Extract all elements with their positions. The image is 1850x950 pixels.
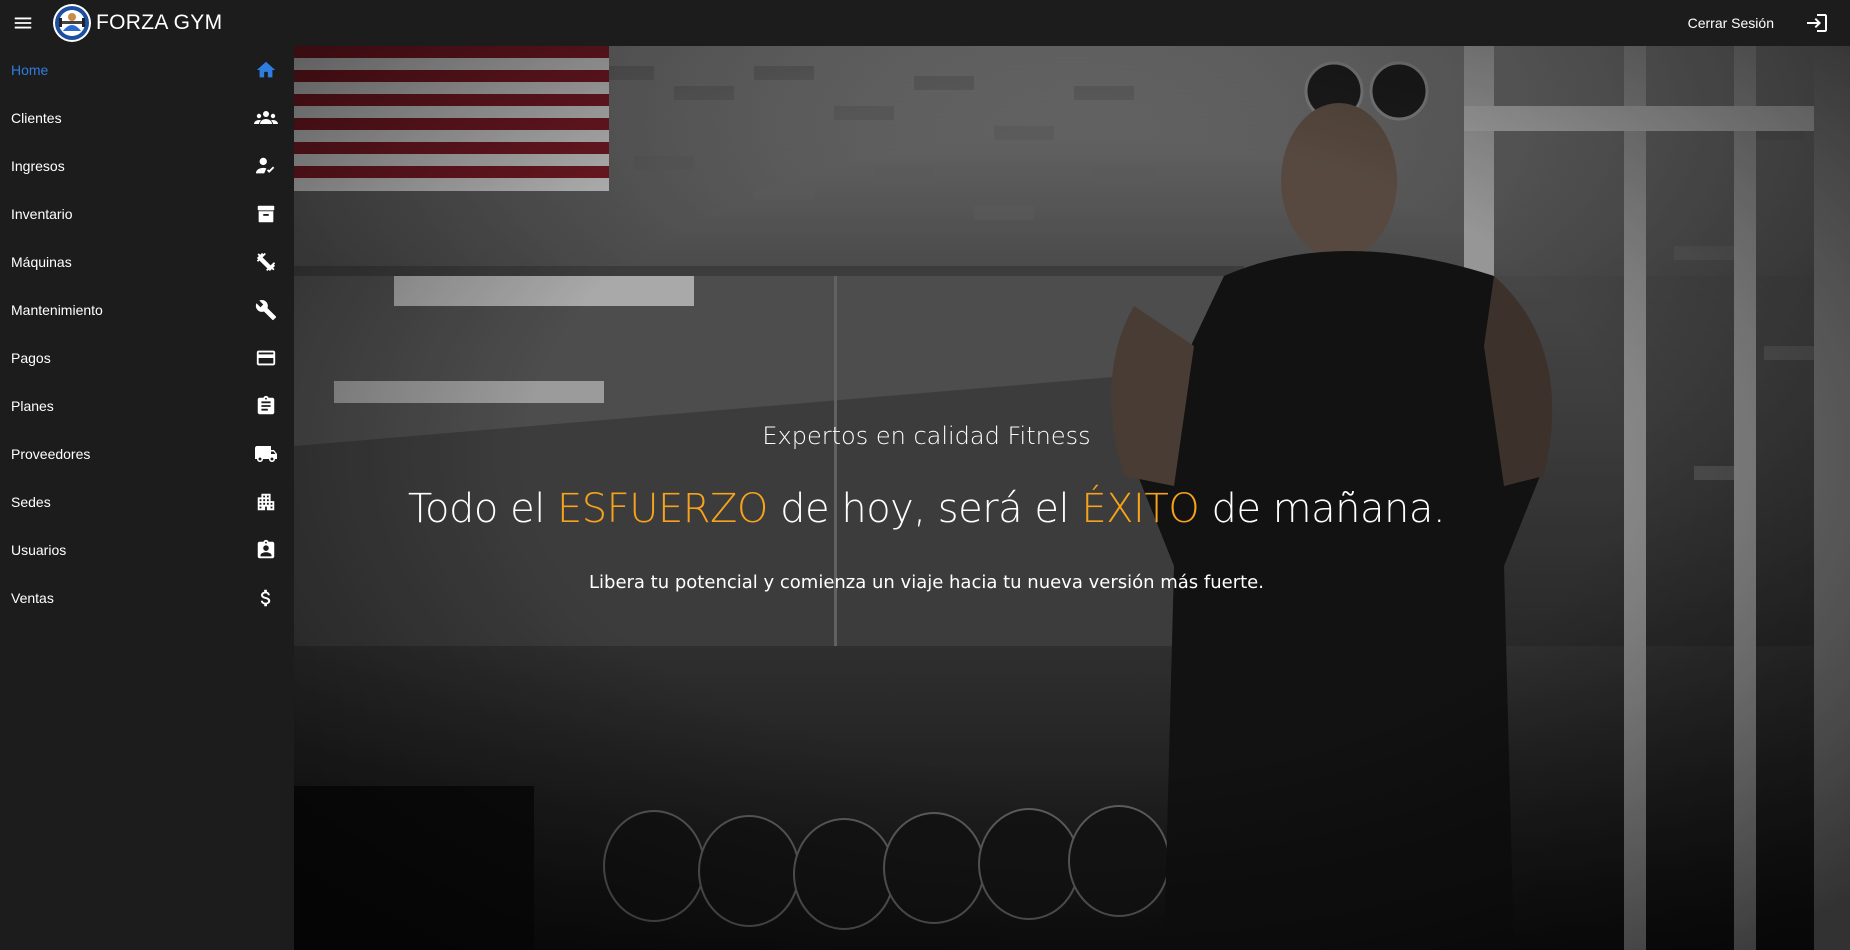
sidebar-item-planes[interactable]: Planes: [0, 382, 294, 430]
sidebar-item-sedes[interactable]: Sedes: [0, 478, 294, 526]
sidebar-item-label: Proveedores: [11, 446, 91, 462]
headline-highlight-esfuerzo: ESFUERZO: [557, 486, 768, 532]
login-icon[interactable]: [1804, 10, 1830, 36]
sidebar-item-label: Home: [11, 62, 49, 78]
sidebar-item-clientes[interactable]: Clientes: [0, 94, 294, 142]
wrench-icon: [254, 298, 278, 322]
sidebar-item-label: Ingresos: [11, 158, 65, 174]
building-icon: [254, 490, 278, 514]
sidebar-item-proveedores[interactable]: Proveedores: [0, 430, 294, 478]
sidebar-item-label: Planes: [11, 398, 54, 414]
headline-part-1: Todo el: [407, 486, 558, 532]
sidebar-nav: Home Clientes Ingresos Inventario Máquin…: [0, 46, 294, 950]
sidebar-item-inventario[interactable]: Inventario: [0, 190, 294, 238]
headline-part-2: de hoy, será el: [767, 486, 1082, 532]
hero-headline: Todo el ESFUERZO de hoy, será el ÉXITO d…: [294, 486, 1559, 532]
sidebar-item-label: Pagos: [11, 350, 51, 366]
clipboard-icon: [254, 394, 278, 418]
sidebar-item-label: Clientes: [11, 110, 62, 126]
menu-icon[interactable]: [0, 0, 46, 46]
hero-banner: Expertos en calidad Fitness Todo el ESFU…: [294, 46, 1850, 950]
sidebar-item-ventas[interactable]: Ventas: [0, 574, 294, 622]
archive-icon: [254, 202, 278, 226]
home-icon: [254, 58, 278, 82]
sidebar-item-ingresos[interactable]: Ingresos: [0, 142, 294, 190]
dumbbell-icon: [254, 250, 278, 274]
app-brand: FORZA GYM: [96, 11, 223, 34]
sidebar-item-mantenimiento[interactable]: Mantenimiento: [0, 286, 294, 334]
sidebar-item-label: Ventas: [11, 590, 54, 606]
hero-tagline: Expertos en calidad Fitness: [762, 422, 1091, 450]
sidebar-item-label: Inventario: [11, 206, 73, 222]
gym-logo: [53, 4, 91, 42]
sidebar-item-label: Usuarios: [11, 542, 67, 558]
sidebar-item-label: Mantenimiento: [11, 302, 103, 318]
dollar-icon: [254, 586, 278, 610]
person-check-icon: [254, 154, 278, 178]
sidebar-item-label: Máquinas: [11, 254, 72, 270]
headline-part-3: de mañana.: [1199, 486, 1446, 532]
headline-highlight-exito: ÉXITO: [1081, 486, 1200, 532]
credit-card-icon: [254, 346, 278, 370]
truck-icon: [254, 442, 278, 466]
badge-icon: [254, 538, 278, 562]
sidebar-item-label: Sedes: [11, 494, 51, 510]
hero-subtitle: Libera tu potencial y comienza un viaje …: [589, 572, 1264, 593]
logout-button[interactable]: Cerrar Sesión: [1688, 15, 1774, 31]
top-app-bar: FORZA GYM Cerrar Sesión: [0, 0, 1850, 46]
sidebar-item-usuarios[interactable]: Usuarios: [0, 526, 294, 574]
sidebar-item-home[interactable]: Home: [0, 46, 294, 94]
sidebar-item-maquinas[interactable]: Máquinas: [0, 238, 294, 286]
sidebar-item-pagos[interactable]: Pagos: [0, 334, 294, 382]
groups-icon: [254, 106, 278, 130]
